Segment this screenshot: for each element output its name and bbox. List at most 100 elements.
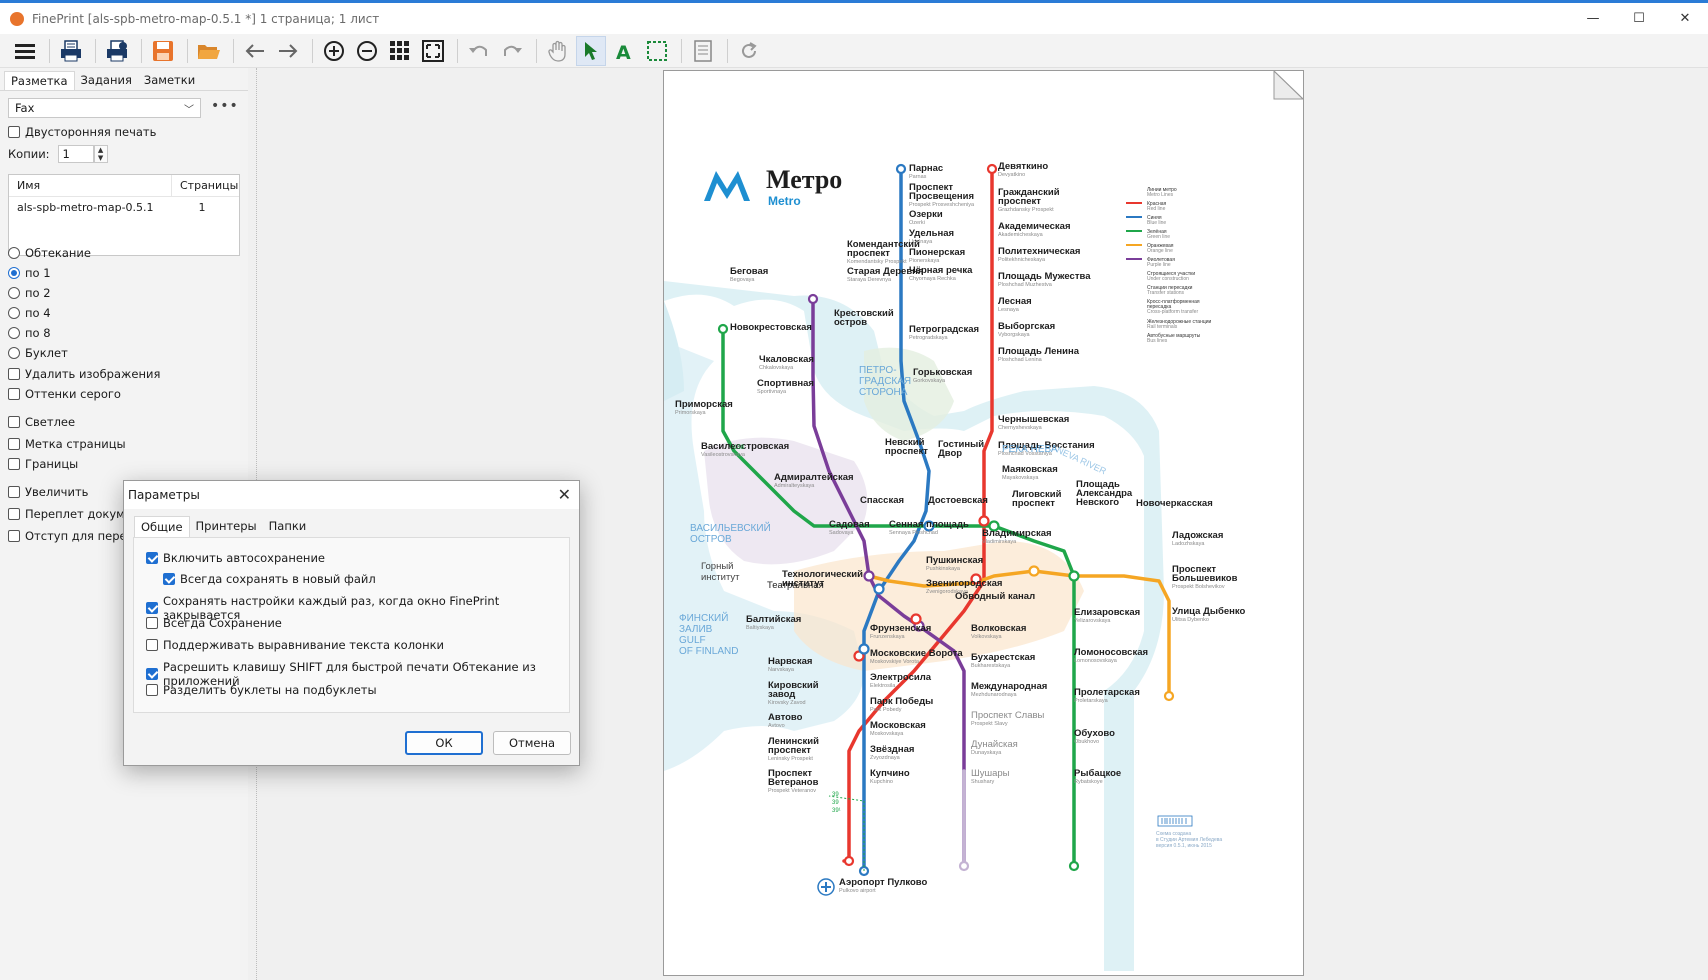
option-label: Всегда Сохранение xyxy=(163,616,282,630)
option-split-booklets[interactable]: Разделить буклеты на подбуклеты xyxy=(146,683,377,697)
footer-line-3: версия 0.5.1, июнь 2015 xyxy=(1156,843,1212,849)
hand-icon[interactable] xyxy=(543,36,573,66)
pointer-icon[interactable] xyxy=(576,35,606,66)
station-label: Достоевская xyxy=(928,495,988,506)
remove-images-checkbox[interactable] xyxy=(8,368,20,380)
legend-label-en: Purple line xyxy=(1147,262,1171,268)
undo-icon[interactable] xyxy=(464,36,494,66)
station-label-en: Volkovskaya xyxy=(971,634,1003,640)
save-settings-checkbox[interactable] xyxy=(146,602,158,614)
print-icon[interactable] xyxy=(56,36,86,66)
map-legend: Линии метроMetro LinesКраснаяRed lineСин… xyxy=(1126,187,1211,344)
open-folder-icon[interactable] xyxy=(194,36,224,66)
printer-select[interactable]: Fax ﹀ xyxy=(8,98,201,118)
layout-option-4up[interactable]: по 4 xyxy=(8,306,51,320)
grid-icon[interactable] xyxy=(385,36,415,66)
grayscale-row[interactable]: Оттенки серого xyxy=(8,387,121,401)
layout-radio-wrap[interactable] xyxy=(8,247,20,259)
save-new-file-checkbox[interactable] xyxy=(163,573,175,585)
layout-option-wrap[interactable]: Обтекание xyxy=(8,246,91,260)
station-label-en: Sportivnaya xyxy=(757,389,787,395)
dialog-close-button[interactable]: ✕ xyxy=(558,485,571,504)
tab-printers[interactable]: Принтеры xyxy=(190,516,263,537)
copies-spinner[interactable]: ▲ ▼ xyxy=(93,145,108,163)
spin-down-icon[interactable]: ▼ xyxy=(95,154,107,162)
spin-up-icon[interactable]: ▲ xyxy=(95,146,107,154)
back-arrow-icon[interactable] xyxy=(240,36,270,66)
layout-option-1up[interactable]: по 1 xyxy=(8,266,51,280)
tab-folders[interactable]: Папки xyxy=(263,516,313,537)
column-align-checkbox[interactable] xyxy=(146,639,158,651)
borders-checkbox[interactable] xyxy=(8,458,20,470)
enlarge-row[interactable]: Увеличить xyxy=(8,485,88,499)
autosave-checkbox[interactable] xyxy=(146,552,158,564)
title-bar: FinePrint [als-spb-metro-map-0.5.1 *] 1 … xyxy=(0,0,1708,34)
bus-route-label: 158 xyxy=(734,445,745,451)
close-button[interactable]: ✕ xyxy=(1662,3,1708,34)
text-icon[interactable]: A xyxy=(609,36,639,66)
jobs-col-name[interactable]: Имя xyxy=(9,174,172,197)
refresh-icon[interactable] xyxy=(734,36,764,66)
option-column-align[interactable]: Поддерживать выравнивание текста колонки xyxy=(146,638,444,652)
zoom-in-icon[interactable] xyxy=(319,36,349,66)
tab-jobs[interactable]: Задания xyxy=(75,71,138,90)
page-preview[interactable]: Метро Metro Девяткино Devyatkino Граждан… xyxy=(663,70,1304,976)
layout-radio-booklet[interactable] xyxy=(8,347,20,359)
layout-radio-4up[interactable] xyxy=(8,307,20,319)
station-label: Звёздная xyxy=(870,744,914,755)
option-always-save[interactable]: Всегда Сохранение xyxy=(146,616,282,630)
lighter-row[interactable]: Светлее xyxy=(8,415,75,429)
legend-label-en: Bus lines xyxy=(1147,338,1168,344)
page-mark-row[interactable]: Метка страницы xyxy=(8,437,126,451)
remove-images-row[interactable]: Удалить изображения xyxy=(8,367,160,381)
fit-page-icon[interactable] xyxy=(418,36,448,66)
station-label: Василеостровская xyxy=(701,441,789,452)
print-settings-icon[interactable] xyxy=(102,36,132,66)
binding-margin-checkbox[interactable] xyxy=(8,530,20,542)
station-label-en: Ploshchad Muzhestva xyxy=(998,282,1053,288)
duplex-checkbox-row[interactable]: Двусторонняя печать xyxy=(8,125,156,139)
menu-icon[interactable] xyxy=(10,36,40,66)
layout-option-booklet[interactable]: Буклет xyxy=(8,346,68,360)
redo-icon[interactable] xyxy=(497,36,527,66)
grayscale-checkbox[interactable] xyxy=(8,388,20,400)
layout-radio-8up[interactable] xyxy=(8,327,20,339)
notes-icon[interactable] xyxy=(688,36,718,66)
minimize-button[interactable]: — xyxy=(1570,3,1616,34)
cancel-button[interactable]: Отмена xyxy=(493,731,571,755)
chevron-down-icon: ﹀ xyxy=(184,105,194,116)
enlarge-checkbox[interactable] xyxy=(8,486,20,498)
layout-radio-2up[interactable] xyxy=(8,287,20,299)
station-label: проспект xyxy=(768,745,811,756)
layout-radio-1up[interactable] xyxy=(8,267,20,279)
layout-option-8up[interactable]: по 8 xyxy=(8,326,51,340)
binding-margin-row[interactable]: Отступ для перепл xyxy=(8,529,141,543)
lighter-checkbox[interactable] xyxy=(8,416,20,428)
split-booklets-checkbox[interactable] xyxy=(146,684,158,696)
jobs-col-pages[interactable]: Страницы xyxy=(172,179,238,192)
station-label: Шушары xyxy=(971,768,1010,779)
copies-input[interactable]: 1 xyxy=(57,145,94,163)
ok-button[interactable]: ОК xyxy=(405,731,483,755)
printer-more-button[interactable]: ••• xyxy=(211,98,239,114)
layout-option-2up[interactable]: по 2 xyxy=(8,286,51,300)
save-icon[interactable] xyxy=(148,36,178,66)
selection-icon[interactable] xyxy=(642,36,672,66)
option-autosave[interactable]: Включить автосохранение xyxy=(146,551,325,565)
tab-general[interactable]: Общие xyxy=(134,516,190,537)
binding-doc-row[interactable]: Переплет докумен xyxy=(8,507,139,521)
duplex-checkbox[interactable] xyxy=(8,126,20,138)
toolbar-separator xyxy=(141,38,142,63)
page-mark-checkbox[interactable] xyxy=(8,438,20,450)
zoom-out-icon[interactable] xyxy=(352,36,382,66)
tab-notes[interactable]: Заметки xyxy=(138,71,201,90)
option-save-new-file[interactable]: Всегда сохранять в новый файл xyxy=(163,572,376,586)
binding-doc-checkbox[interactable] xyxy=(8,508,20,520)
table-row[interactable]: als-spb-metro-map-0.5.1 1 xyxy=(9,197,239,217)
borders-row[interactable]: Границы xyxy=(8,457,78,471)
tab-layout[interactable]: Разметка xyxy=(4,71,75,90)
shift-key-checkbox[interactable] xyxy=(146,668,158,680)
maximize-button[interactable]: ☐ xyxy=(1616,3,1662,34)
forward-arrow-icon[interactable] xyxy=(273,36,303,66)
always-save-checkbox[interactable] xyxy=(146,617,158,629)
